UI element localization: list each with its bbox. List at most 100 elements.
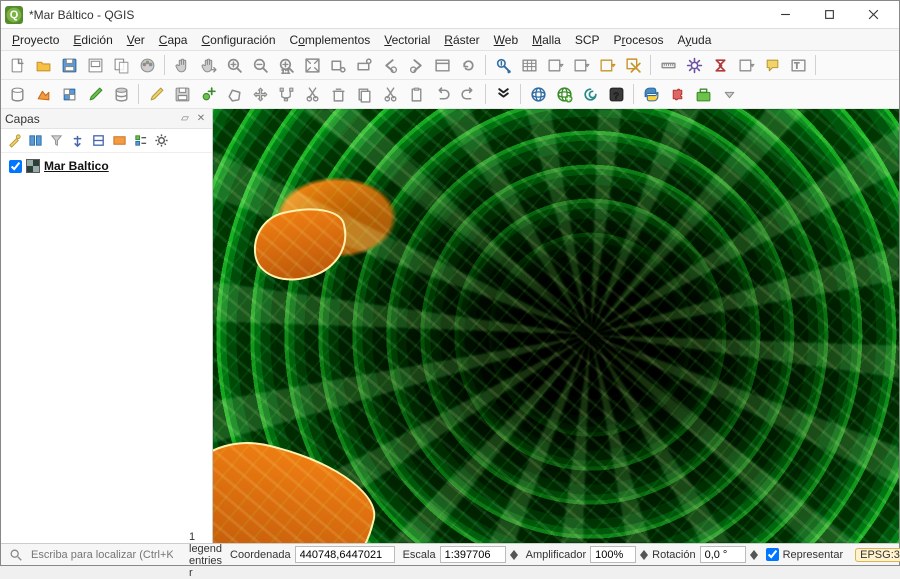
scale-input[interactable] [440, 546, 506, 563]
stats-button[interactable] [569, 53, 593, 77]
layers-tb-remove-button[interactable] [110, 132, 128, 150]
redo-button[interactable] [456, 82, 480, 106]
new-project-button[interactable] [5, 53, 29, 77]
layers-tb-expand-button[interactable] [68, 132, 86, 150]
zoom-layer-button[interactable] [352, 53, 376, 77]
select-deselect-icon [599, 57, 616, 74]
zoom-out-button[interactable] [248, 53, 272, 77]
paste-features-button[interactable] [404, 82, 428, 106]
render-checkbox[interactable] [766, 548, 779, 561]
layers-tb-style-button[interactable] [5, 132, 23, 150]
menu-capa[interactable]: Capa [152, 31, 195, 49]
pan-selection-button[interactable] [196, 53, 220, 77]
new-geopkg-button[interactable] [83, 82, 107, 106]
layers-tb-filter-button[interactable] [47, 132, 65, 150]
text-annotation-icon [764, 57, 781, 74]
magnifier-input[interactable] [590, 546, 636, 563]
menu-procesos[interactable]: Procesos [607, 31, 671, 49]
render-toggle[interactable]: Representar [762, 544, 848, 565]
toolbox-button[interactable] [691, 82, 715, 106]
text-annotation2-button[interactable] [786, 53, 810, 77]
select-all-button[interactable] [621, 53, 645, 77]
add-feature-button[interactable] [196, 82, 220, 106]
save-project-button[interactable] [57, 53, 81, 77]
magnifier-spinner[interactable] [640, 547, 648, 563]
maximize-button[interactable] [807, 1, 851, 29]
zoom-last-button[interactable] [378, 53, 402, 77]
new-layout-button[interactable] [83, 53, 107, 77]
rotation-input[interactable] [700, 546, 746, 563]
digitize-shapes-button[interactable] [222, 82, 246, 106]
map-canvas[interactable] [213, 109, 899, 543]
layers-tb-manage-button[interactable] [26, 132, 44, 150]
save-edits-button[interactable] [170, 82, 194, 106]
toggle-edit-button[interactable] [144, 82, 168, 106]
hubg-button[interactable] [552, 82, 576, 106]
coord-input[interactable] [295, 546, 395, 563]
menu-proyecto[interactable]: Proyecto [5, 31, 66, 49]
menu-configuración[interactable]: Configuración [194, 31, 282, 49]
undo-button[interactable] [430, 82, 454, 106]
layer-item[interactable]: Mar Baltico [3, 157, 210, 175]
zoom-full-button[interactable] [300, 53, 324, 77]
sigma-button[interactable] [708, 53, 732, 77]
python-button[interactable] [639, 82, 663, 106]
zoom-in-button[interactable] [222, 53, 246, 77]
mod-attrs-button[interactable] [300, 82, 324, 106]
style-manager-button[interactable] [135, 53, 159, 77]
coord-label: Coordenada [230, 549, 291, 561]
delete-sel-button[interactable] [326, 82, 350, 106]
select-deselect-button[interactable] [595, 53, 619, 77]
layers-tb-legend-button[interactable] [131, 132, 149, 150]
new-shapefile-button[interactable] [109, 82, 133, 106]
zoom-selection-button[interactable] [326, 53, 350, 77]
open-datasource-button[interactable] [5, 82, 29, 106]
layout-manager-button[interactable] [109, 53, 133, 77]
new-map-view-button[interactable] [430, 53, 454, 77]
plugin-button[interactable] [665, 82, 689, 106]
pan-button[interactable] [170, 53, 194, 77]
menu-vectorial[interactable]: Vectorial [377, 31, 437, 49]
layers-tb-gear-button[interactable] [152, 132, 170, 150]
3d-view-button[interactable] [456, 53, 480, 77]
menu-ayuda[interactable]: Ayuda [671, 31, 719, 49]
identify-button[interactable] [491, 53, 515, 77]
menu-complementos[interactable]: Complementos [283, 31, 378, 49]
minimize-button[interactable] [763, 1, 807, 29]
temporal-button[interactable] [734, 53, 758, 77]
add-vector-button[interactable] [31, 82, 55, 106]
move-feature-button[interactable] [248, 82, 272, 106]
locator-search-input[interactable] [27, 546, 177, 563]
field-calc-button[interactable] [543, 53, 567, 77]
menu-edición[interactable]: Edición [66, 31, 119, 49]
panel-close-icon[interactable]: ✕ [194, 112, 208, 126]
scale-spinner[interactable] [510, 547, 518, 563]
rotation-spinner[interactable] [750, 547, 758, 563]
help-box-button[interactable] [604, 82, 628, 106]
hubswirl-button[interactable] [578, 82, 602, 106]
zoom-native-button[interactable] [274, 53, 298, 77]
attribute-table-button[interactable] [517, 53, 541, 77]
menu-ráster[interactable]: Ráster [437, 31, 486, 49]
panel-detach-icon[interactable]: ▱ [178, 112, 192, 126]
text-annotation-button[interactable] [760, 53, 784, 77]
menu-scp[interactable]: SCP [568, 31, 607, 49]
history-button[interactable] [717, 82, 741, 106]
menu-ver[interactable]: Ver [120, 31, 152, 49]
layers-tb-collapse-button[interactable] [89, 132, 107, 150]
cut-features-button[interactable] [378, 82, 402, 106]
hub-button[interactable] [526, 82, 550, 106]
menu-malla[interactable]: Malla [525, 31, 568, 49]
close-button[interactable] [851, 1, 895, 29]
more-button[interactable] [491, 82, 515, 106]
measure-button[interactable] [656, 53, 680, 77]
copy-features-button[interactable] [352, 82, 376, 106]
vertex-tool-button[interactable] [274, 82, 298, 106]
menu-web[interactable]: Web [487, 31, 525, 49]
layer-visibility-checkbox[interactable] [9, 160, 22, 173]
zoom-next-button[interactable] [404, 53, 428, 77]
bookmarks-button[interactable] [682, 53, 706, 77]
epsg-chip[interactable]: EPSG:32634 [855, 548, 900, 562]
add-raster-button[interactable] [57, 82, 81, 106]
open-project-button[interactable] [31, 53, 55, 77]
